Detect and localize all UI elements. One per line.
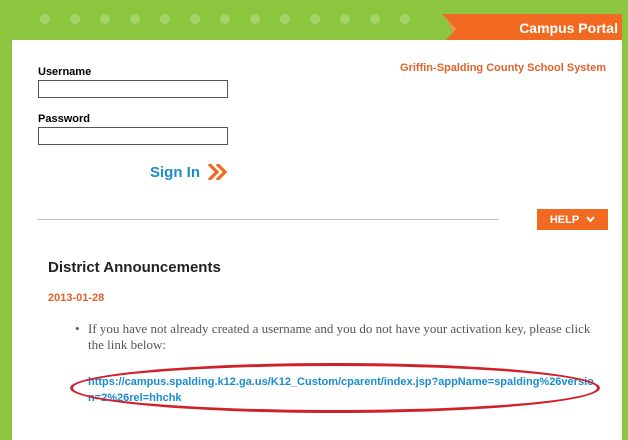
right-green-bar xyxy=(622,0,628,440)
decor-dot xyxy=(280,14,290,24)
username-input[interactable] xyxy=(38,80,228,98)
decor-dot xyxy=(130,14,140,24)
bullet-point: • xyxy=(75,321,80,336)
decor-dot xyxy=(220,14,230,24)
double-chevron-right-icon xyxy=(208,164,228,180)
decor-dot xyxy=(250,14,260,24)
help-label: HELP xyxy=(549,213,580,226)
decor-dot xyxy=(310,14,320,24)
decor-dot xyxy=(370,14,380,24)
decor-dot xyxy=(100,14,110,24)
district-name: Griffin-Spalding County School System xyxy=(400,62,606,74)
decor-dot xyxy=(70,14,80,24)
decor-dot xyxy=(400,14,410,24)
decor-dot xyxy=(40,14,50,24)
sign-in-label: Sign In xyxy=(150,163,200,181)
portal-title: Campus Portal xyxy=(519,20,618,36)
decor-dot xyxy=(160,14,170,24)
password-input[interactable] xyxy=(38,127,228,145)
decor-dot xyxy=(340,14,350,24)
decor-dot xyxy=(190,14,200,24)
password-label: Password xyxy=(38,113,90,125)
username-label: Username xyxy=(38,66,92,78)
red-highlight-ellipse xyxy=(70,363,600,413)
announcements-title: District Announcements xyxy=(48,259,221,276)
section-divider xyxy=(38,219,498,220)
page-frame: Campus Portal Username Password Griffin-… xyxy=(0,0,628,440)
chevron-down-icon xyxy=(586,214,595,226)
announcement-date: 2013-01-28 xyxy=(48,292,105,304)
left-green-bar xyxy=(0,0,12,440)
help-button[interactable]: HELP xyxy=(537,209,608,230)
sign-in-button[interactable]: Sign In xyxy=(150,161,228,183)
announcement-body: If you have not already created a userna… xyxy=(88,321,591,352)
